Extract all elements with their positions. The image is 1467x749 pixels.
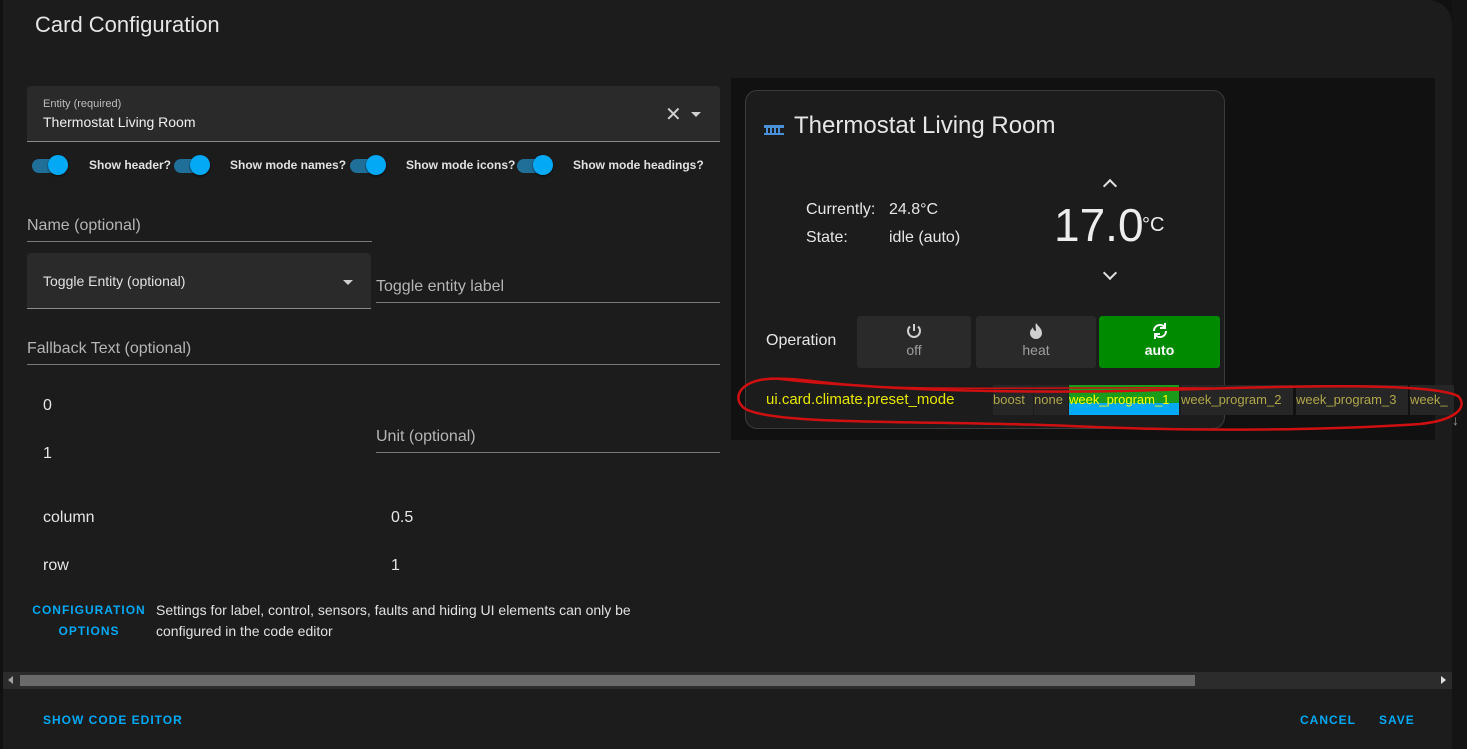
configuration-options-line1: CONFIGURATION — [32, 603, 146, 617]
toggle-entity-placeholder: Toggle Entity (optional) — [43, 273, 186, 289]
mode-heat-label: heat — [1022, 342, 1050, 358]
configuration-options-line2: OPTIONS — [58, 624, 120, 638]
toggle-show-header[interactable] — [32, 155, 68, 175]
toggle-entity-label-input[interactable]: Toggle entity label — [376, 272, 720, 303]
mode-heat-button[interactable]: heat — [976, 316, 1096, 368]
toggle-entity-select[interactable]: Toggle Entity (optional) — [27, 253, 371, 309]
currently-label: Currently: — [806, 201, 876, 218]
name-input[interactable]: Name (optional) — [27, 210, 372, 242]
name-placeholder: Name (optional) — [27, 217, 141, 234]
toggle-show-mode-names[interactable] — [174, 155, 210, 175]
power-icon — [907, 324, 921, 338]
save-button[interactable]: SAVE — [1379, 713, 1415, 727]
column-value[interactable]: 0.5 — [391, 509, 413, 527]
currently-value: 24.8°C — [889, 201, 939, 218]
scroll-left-arrow-icon[interactable] — [8, 676, 13, 684]
state-value: idle (auto) — [889, 229, 961, 246]
toggle-label-show-mode-names: Show mode names? — [230, 158, 347, 172]
toggle-label-show-mode-icons: Show mode icons? — [406, 158, 516, 172]
configuration-info-text: Settings for label, control, sensors, fa… — [156, 602, 631, 639]
min-value[interactable]: 0 — [43, 397, 52, 415]
state-label: State: — [806, 229, 848, 246]
row-label: row — [43, 557, 69, 574]
dropdown-caret-icon[interactable] — [343, 280, 353, 285]
sync-icon — [1152, 323, 1167, 339]
scroll-right-arrow-icon[interactable] — [1441, 676, 1446, 684]
target-temperature-unit: °C — [1142, 214, 1165, 236]
row-value[interactable]: 1 — [391, 557, 400, 575]
target-temperature: 17.0 — [1054, 199, 1144, 251]
unit-placeholder: Unit (optional) — [376, 428, 476, 445]
show-code-editor-button[interactable]: SHOW CODE EDITOR — [43, 713, 183, 727]
mode-auto-button[interactable]: auto — [1099, 316, 1220, 368]
fallback-text-input[interactable]: Fallback Text (optional) — [27, 334, 720, 365]
mode-off-label: off — [906, 342, 922, 358]
dialog-title: Card Configuration — [35, 12, 220, 37]
configuration-options-button[interactable]: CONFIGURATION OPTIONS — [31, 600, 147, 642]
max-value[interactable]: 1 — [43, 445, 52, 463]
card-title: Thermostat Living Room — [794, 112, 1056, 139]
entity-value: Thermostat Living Room — [43, 114, 196, 130]
dropdown-caret-icon[interactable] — [691, 112, 701, 117]
entity-picker[interactable]: Entity (required) Thermostat Living Room… — [27, 86, 720, 142]
entity-label: Entity (required) — [43, 98, 122, 110]
toggle-label-show-mode-headings: Show mode headings? — [573, 158, 704, 172]
mode-off-button[interactable]: off — [857, 316, 971, 368]
clear-icon[interactable]: ✕ — [665, 102, 682, 127]
toggle-show-mode-icons[interactable] — [350, 155, 386, 175]
horizontal-scrollbar[interactable] — [3, 672, 1452, 689]
toggle-label-show-header: Show header? — [89, 158, 172, 172]
fire-icon — [1030, 323, 1042, 339]
mode-auto-label: auto — [1144, 342, 1175, 358]
red-annotation-ellipse — [737, 377, 1463, 431]
toggle-show-mode-headings[interactable] — [517, 155, 553, 175]
fallback-text-placeholder: Fallback Text (optional) — [27, 340, 192, 357]
operation-label: Operation — [766, 332, 837, 349]
column-label: column — [43, 509, 95, 526]
scrollbar-thumb[interactable] — [20, 675, 1195, 686]
radiator-icon — [764, 125, 784, 135]
cancel-button[interactable]: CANCEL — [1300, 713, 1356, 727]
toggle-entity-label-placeholder: Toggle entity label — [376, 278, 505, 295]
unit-input[interactable]: Unit (optional) — [376, 420, 720, 453]
